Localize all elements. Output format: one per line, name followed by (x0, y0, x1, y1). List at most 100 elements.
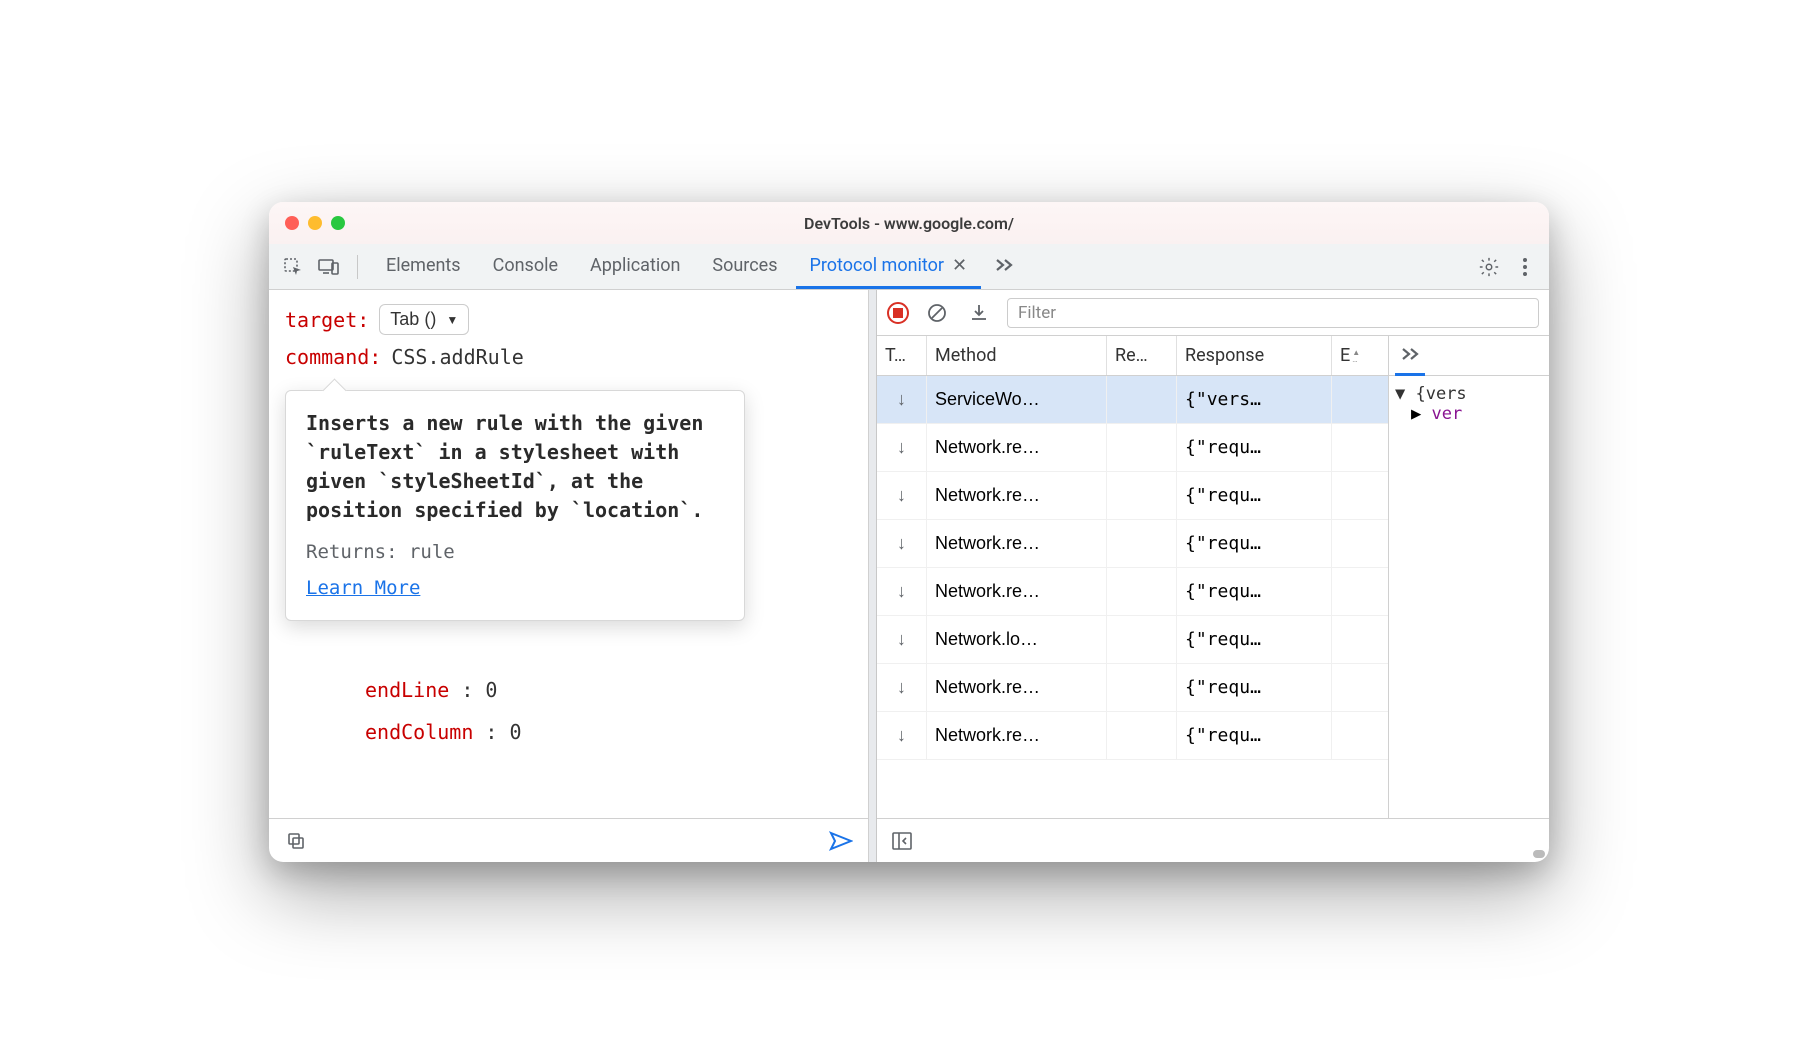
devtools-window: DevTools - www.google.com/ Elements Cons… (269, 202, 1549, 862)
main-toolbar: Elements Console Application Sources Pro… (269, 244, 1549, 290)
cell-method: Network.re… (927, 712, 1107, 759)
cell-direction: ↓ (877, 520, 927, 567)
more-tabs-button[interactable] (985, 244, 1023, 289)
cell-method: Network.re… (927, 568, 1107, 615)
param-value[interactable]: 0 (485, 678, 497, 702)
table-body: ↓ServiceWo…{"vers…↓Network.re…{"requ…↓Ne… (877, 376, 1388, 818)
tab-label: Elements (386, 255, 461, 276)
clear-icon[interactable] (923, 299, 951, 327)
tree-child[interactable]: ▶ ver (1395, 404, 1543, 424)
table-row[interactable]: ↓Network.re… {"requ… (877, 520, 1388, 568)
settings-icon[interactable] (1475, 253, 1503, 281)
tab-console[interactable]: Console (479, 244, 572, 289)
table-row[interactable]: ↓Network.re…{"requ… (877, 472, 1388, 520)
inspect-element-icon[interactable] (279, 253, 307, 281)
messages-table: T… Method Re… Response E▲… ↓ServiceWo…{"… (877, 336, 1389, 818)
cell-direction: ↓ (877, 376, 927, 423)
tooltip-returns: Returns: rule (306, 539, 724, 567)
chevron-down-icon: ▼ (446, 313, 458, 327)
param-row: endLine : 0 (365, 669, 852, 711)
cell-request (1107, 712, 1177, 759)
cell-elapsed (1332, 712, 1388, 759)
table-row[interactable]: ↓Network.lo…{"requ… (877, 616, 1388, 664)
cell-direction: ↓ (877, 568, 927, 615)
tab-label: Console (493, 255, 558, 276)
command-params: endLine : 0 endColumn : 0 (285, 669, 852, 753)
param-row: endColumn : 0 (365, 711, 852, 753)
cell-response: {"requ… (1177, 520, 1332, 567)
cell-direction: ↓ (877, 472, 927, 519)
filter-input[interactable]: Filter (1007, 298, 1539, 328)
command-value[interactable]: CSS.addRule (391, 345, 523, 369)
cell-request (1107, 520, 1177, 567)
col-request[interactable]: Re… (1107, 336, 1177, 375)
table-row[interactable]: ↓Network.re… {"requ… (877, 664, 1388, 712)
col-method[interactable]: Method (927, 336, 1107, 375)
param-key: endColumn (365, 720, 473, 744)
tree-root[interactable]: ▼ {vers (1395, 384, 1543, 404)
tab-application[interactable]: Application (576, 244, 694, 289)
cell-method: Network.re… (927, 664, 1107, 711)
cell-method: Network.lo… (927, 616, 1107, 663)
param-value[interactable]: 0 (510, 720, 522, 744)
cell-elapsed (1332, 376, 1388, 423)
learn-more-link[interactable]: Learn More (306, 577, 420, 599)
main-content: target: Tab () ▼ command: CSS.addRule In… (269, 290, 1549, 862)
kebab-menu-icon[interactable] (1511, 253, 1539, 281)
table-row[interactable]: ↓Network.re… {"requ… (877, 424, 1388, 472)
command-editor-body: target: Tab () ▼ command: CSS.addRule In… (269, 290, 868, 818)
cell-direction: ↓ (877, 424, 927, 471)
cell-elapsed (1332, 424, 1388, 471)
send-command-button[interactable] (826, 826, 856, 856)
detail-pane: ▼ {vers ▶ ver (1389, 336, 1549, 818)
cell-request (1107, 664, 1177, 711)
monitor-pane: Filter T… Method Re… Response E▲… ↓Servi… (877, 290, 1549, 862)
tab-label: Sources (712, 255, 777, 276)
table-row[interactable]: ↓ServiceWo… {"vers… (877, 376, 1388, 424)
pane-resizer[interactable] (869, 290, 877, 862)
cell-response: {"vers… (1177, 376, 1332, 423)
target-row: target: Tab () ▼ (285, 304, 852, 335)
cell-method: Network.re… (927, 520, 1107, 567)
titlebar: DevTools - www.google.com/ (269, 202, 1549, 244)
cell-response: {"requ… (1177, 616, 1332, 663)
command-editor-footer (269, 818, 868, 862)
table-row[interactable]: ↓Network.re…{"requ… (877, 568, 1388, 616)
command-doc-tooltip: Inserts a new rule with the given `ruleT… (285, 390, 745, 621)
target-select[interactable]: Tab () ▼ (379, 304, 469, 335)
tab-protocol-monitor[interactable]: Protocol monitor ✕ (796, 244, 982, 289)
cell-response: {"requ… (1177, 664, 1332, 711)
cell-method: Network.re… (927, 472, 1107, 519)
cell-direction: ↓ (877, 664, 927, 711)
cell-request (1107, 616, 1177, 663)
cell-request (1107, 472, 1177, 519)
cell-elapsed (1332, 664, 1388, 711)
cell-method: Network.re… (927, 424, 1107, 471)
tab-elements[interactable]: Elements (372, 244, 475, 289)
close-tab-icon[interactable]: ✕ (952, 255, 967, 276)
cell-response: {"requ… (1177, 712, 1332, 759)
cell-method: ServiceWo… (927, 376, 1107, 423)
col-elapsed[interactable]: E▲… (1332, 336, 1388, 375)
cell-direction: ↓ (877, 712, 927, 759)
cell-elapsed (1332, 520, 1388, 567)
cell-elapsed (1332, 616, 1388, 663)
tab-label: Application (590, 255, 680, 276)
record-button[interactable] (887, 302, 909, 324)
cell-response: {"requ… (1177, 424, 1332, 471)
save-icon[interactable] (965, 299, 993, 327)
command-row: command: CSS.addRule (285, 345, 852, 369)
tab-sources[interactable]: Sources (698, 244, 791, 289)
monitor-toolbar: Filter (877, 290, 1549, 336)
more-tabs-icon[interactable] (1399, 346, 1421, 366)
command-editor-pane: target: Tab () ▼ command: CSS.addRule In… (269, 290, 869, 862)
copy-icon[interactable] (281, 826, 311, 856)
table-header: T… Method Re… Response E▲… (877, 336, 1388, 376)
command-label: command: (285, 345, 381, 369)
device-toolbar-icon[interactable] (315, 253, 343, 281)
target-select-value: Tab () (390, 309, 436, 330)
table-row[interactable]: ↓Network.re… {"requ… (877, 712, 1388, 760)
col-response[interactable]: Response (1177, 336, 1332, 375)
col-type[interactable]: T… (877, 336, 927, 375)
toggle-sidebar-icon[interactable] (887, 826, 917, 856)
